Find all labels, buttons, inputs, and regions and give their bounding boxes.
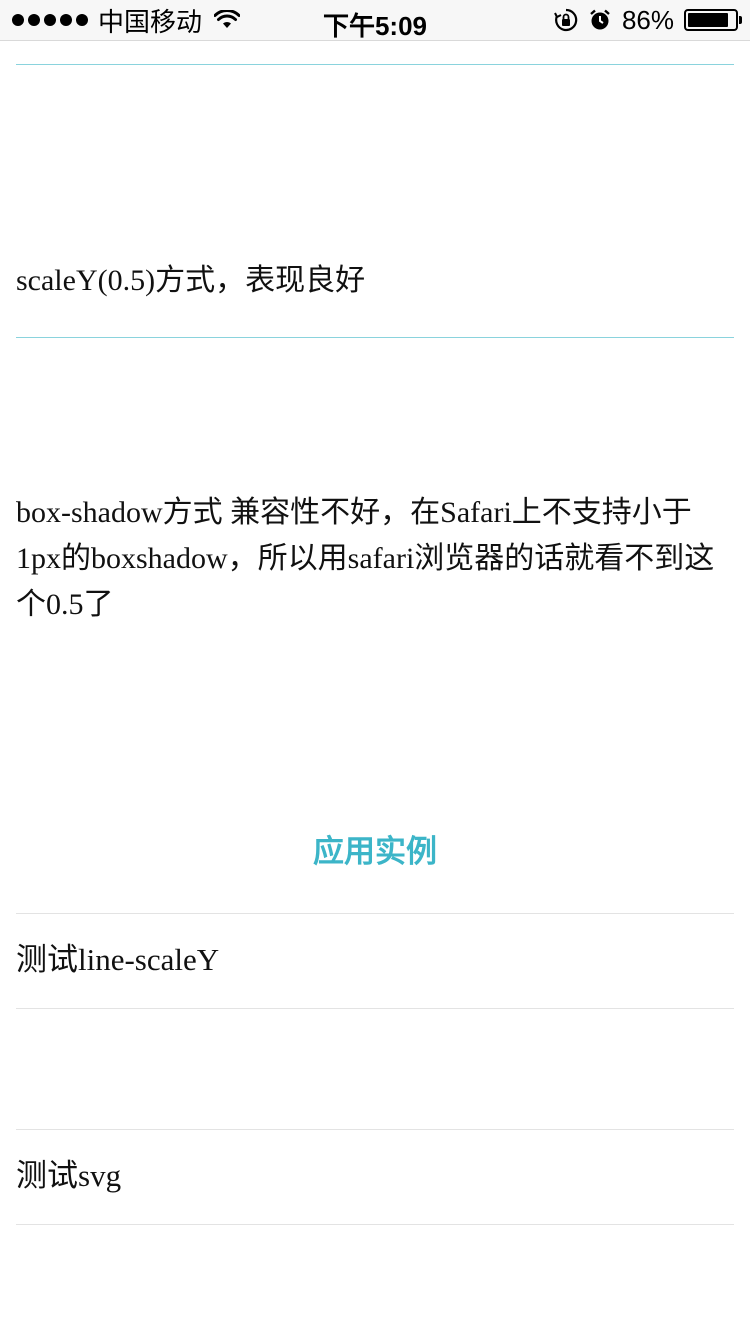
list-item-line-scaley[interactable]: 测试line-scaleY <box>16 940 219 980</box>
divider-teal-scaley <box>16 337 734 338</box>
section-heading: 应用实例 <box>313 834 437 869</box>
divider-gray-2 <box>16 1008 734 1009</box>
divider-teal-top <box>16 64 734 65</box>
status-right: 86% <box>554 4 742 35</box>
list-item-svg[interactable]: 测试svg <box>16 1156 121 1196</box>
boxshadow-description: box-shadow方式 兼容性不好，在Safari上不支持小于1px的boxs… <box>16 496 715 621</box>
alarm-icon <box>590 9 610 30</box>
orientation-lock-icon <box>554 8 578 32</box>
scaley-description: scaleY(0.5)方式，表现良好 <box>16 264 366 297</box>
battery-percent: 86% <box>621 4 674 35</box>
battery-icon <box>684 9 742 31</box>
status-bar: 中国移动 下午5:09 86% <box>0 0 750 41</box>
divider-gray-3 <box>16 1129 734 1130</box>
divider-gray-4 <box>16 1224 734 1225</box>
divider-gray-1 <box>16 913 734 914</box>
